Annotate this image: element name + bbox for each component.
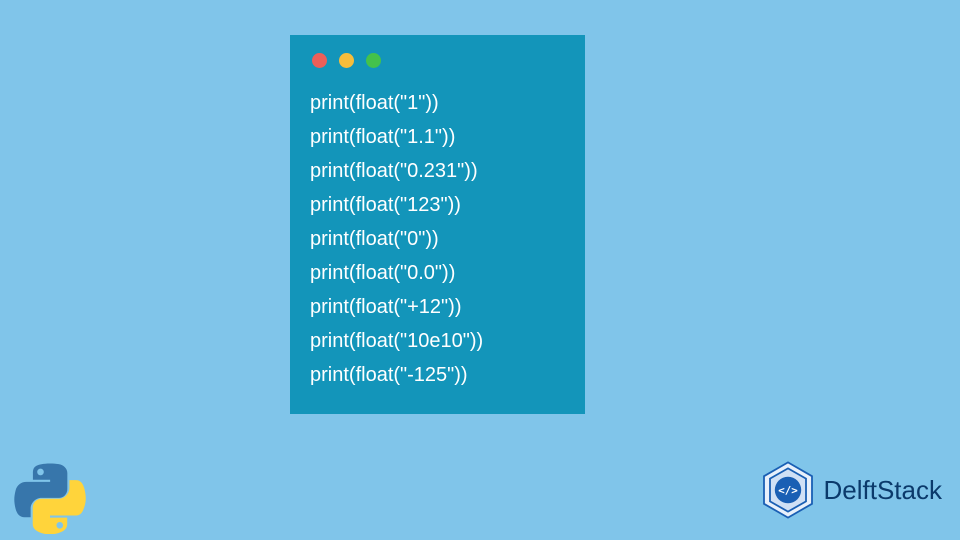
window-controls (312, 53, 565, 68)
maximize-icon (366, 53, 381, 68)
minimize-icon (339, 53, 354, 68)
brand-badge: </> DelftStack (758, 460, 943, 520)
code-line: print(float("-125")) (310, 358, 565, 392)
code-line: print(float("0")) (310, 222, 565, 256)
svg-text:</>: </> (778, 484, 798, 497)
code-line: print(float("123")) (310, 188, 565, 222)
code-line: print(float("10e10")) (310, 324, 565, 358)
delftstack-logo-icon: </> (758, 460, 818, 520)
brand-name: DelftStack (824, 475, 943, 506)
code-line: print(float("+12")) (310, 290, 565, 324)
code-line: print(float("0.0")) (310, 256, 565, 290)
python-logo-icon (14, 462, 86, 534)
code-line: print(float("0.231")) (310, 154, 565, 188)
code-window: print(float("1")) print(float("1.1")) pr… (290, 35, 585, 414)
close-icon (312, 53, 327, 68)
code-line: print(float("1")) (310, 86, 565, 120)
code-block: print(float("1")) print(float("1.1")) pr… (310, 86, 565, 392)
code-line: print(float("1.1")) (310, 120, 565, 154)
